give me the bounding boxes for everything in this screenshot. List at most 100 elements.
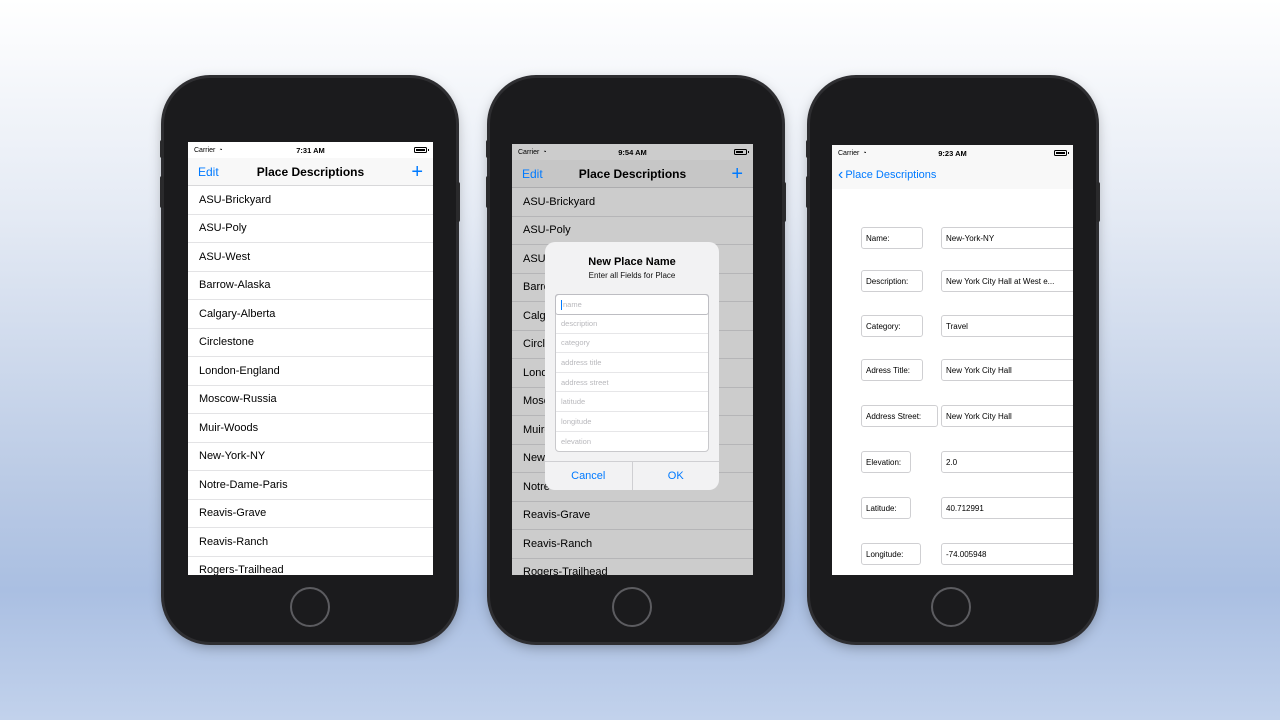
battery-icon <box>1054 150 1069 156</box>
list-item[interactable]: ASU-Poly <box>188 215 433 243</box>
list-item[interactable]: Barrow-Alaska <box>188 272 433 300</box>
field-label: Name: <box>861 227 923 249</box>
add-place-button[interactable]: + <box>411 162 423 182</box>
dialog-fields: name description category address title … <box>555 294 709 453</box>
add-place-button[interactable]: + <box>731 164 743 184</box>
list-item-label: Rogers-Trailhead <box>199 564 284 575</box>
field-label: Longitude: <box>861 543 921 565</box>
field-label: Elevation: <box>861 451 911 473</box>
description-field[interactable]: New York City Hall at West e... <box>941 270 1073 292</box>
address-street-input[interactable]: address street <box>556 373 708 393</box>
dialog-title: New Place Name <box>588 256 676 268</box>
list-item[interactable]: Rogers-Trailhead <box>188 557 433 575</box>
description-placeholder: description <box>561 318 598 328</box>
category-row: Category: Travel <box>832 315 1073 339</box>
cancel-button[interactable]: Cancel <box>545 462 633 490</box>
list-item[interactable]: Notre-Dame-Paris <box>188 471 433 500</box>
screen: Carrier ◔ 7:31 AM Edit Place Description… <box>188 142 433 575</box>
address-title-input[interactable]: address title <box>556 353 708 373</box>
mute-switch <box>486 140 490 158</box>
description-input[interactable]: description <box>556 314 708 334</box>
field-label: Category: <box>861 315 923 337</box>
longitude-field[interactable]: -74.005948 <box>941 543 1073 565</box>
elevation-placeholder: elevation <box>561 436 592 446</box>
phone-detail: Carrier ◔ 9:23 AM ‹ Place Descriptions N… <box>806 78 1100 642</box>
latitude-field[interactable]: 40.712991 <box>941 497 1073 519</box>
list-item-label: London-England <box>199 364 280 377</box>
longitude-input[interactable]: longitude <box>556 412 708 432</box>
list-item[interactable]: Calgary-Alberta <box>188 300 433 329</box>
power-button <box>1096 182 1100 222</box>
screen: Carrier ◔ 9:54 AM Edit Place Description… <box>512 144 753 575</box>
list-item[interactable]: New-York-NY <box>188 443 433 471</box>
status-bar: Carrier ◔ 9:23 AM <box>832 145 1073 161</box>
list-item-label: ASU-Brickyard <box>199 193 272 206</box>
field-label: Adress Title: <box>861 359 923 381</box>
list-item-label: Notre-Dame-Paris <box>199 478 288 491</box>
list-item[interactable]: Reavis-Ranch <box>188 528 433 557</box>
category-field[interactable]: Travel <box>941 315 1073 337</box>
latitude-row: Latitude: 40.712991 <box>832 497 1073 521</box>
list-item-label: Calgary-Alberta <box>199 307 276 320</box>
category-input[interactable]: category <box>556 334 708 354</box>
list-item-label: Circlestone <box>199 336 255 349</box>
name-row: Name: New-York-NY <box>832 227 1073 251</box>
text-caret <box>561 299 562 310</box>
address-street-row: Address Street: New York City Hall <box>832 405 1073 429</box>
elevation-row: Elevation: 2.0 <box>832 451 1073 475</box>
list-item-label: Reavis-Ranch <box>199 535 269 548</box>
list-item-label: Moscow-Russia <box>199 393 277 406</box>
list-item[interactable]: Muir-Woods <box>188 414 433 443</box>
list-item-label: New-York-NY <box>199 450 266 463</box>
list-item[interactable]: ASU-West <box>188 243 433 272</box>
volume-up-button <box>806 176 810 208</box>
screen: Carrier ◔ 9:23 AM ‹ Place Descriptions N… <box>832 145 1073 575</box>
elevation-input[interactable]: elevation <box>556 432 708 452</box>
address-title-row: Adress Title: New York City Hall <box>832 359 1073 383</box>
status-time: 9:23 AM <box>938 148 967 158</box>
description-row: Description: New York City Hall at West … <box>832 270 1073 294</box>
back-button[interactable]: ‹ Place Descriptions <box>832 161 1073 189</box>
field-label: Description: <box>861 270 923 292</box>
phone-list: Carrier ◔ 7:31 AM Edit Place Description… <box>160 78 460 642</box>
status-bar: Carrier ◔ 7:31 AM <box>188 142 433 158</box>
list-item-label: Barrow-Alaska <box>199 279 271 292</box>
new-place-dialog: New Place Name Enter all Fields for Plac… <box>545 242 719 490</box>
navigation-bar: Edit Place Descriptions + <box>188 158 433 186</box>
name-field[interactable]: New-York-NY <box>941 227 1073 249</box>
name-input[interactable]: name <box>555 294 709 315</box>
name-placeholder: name <box>563 300 582 309</box>
address-title-placeholder: address title <box>561 357 602 367</box>
edit-button[interactable]: Edit <box>522 167 543 181</box>
home-button[interactable] <box>931 587 971 627</box>
longitude-placeholder: longitude <box>561 416 592 426</box>
phone-add-dialog: Carrier ◔ 9:54 AM Edit Place Description… <box>486 78 786 642</box>
nav-title: Place Descriptions <box>256 164 365 179</box>
mute-switch <box>806 140 810 158</box>
address-street-field[interactable]: New York City Hall <box>941 405 1073 427</box>
category-placeholder: category <box>561 338 590 348</box>
volume-up-button <box>160 176 164 208</box>
volume-up-button <box>486 176 490 208</box>
list-item[interactable]: Moscow-Russia <box>188 386 433 414</box>
list-item[interactable]: Reavis-Grave <box>188 500 433 528</box>
home-button[interactable] <box>612 587 652 627</box>
list-item[interactable]: Circlestone <box>188 329 433 357</box>
list-item-label: Muir-Woods <box>199 421 259 434</box>
latitude-placeholder: latitude <box>561 397 586 407</box>
home-button[interactable] <box>290 587 330 627</box>
edit-button[interactable]: Edit <box>198 165 219 179</box>
elevation-field[interactable]: 2.0 <box>941 451 1073 473</box>
ok-button[interactable]: OK <box>633 462 720 490</box>
mute-switch <box>160 140 164 158</box>
battery-icon <box>414 147 429 153</box>
power-button <box>456 182 460 222</box>
longitude-row: Longitude: -74.005948 <box>832 543 1073 567</box>
address-title-field[interactable]: New York City Hall <box>941 359 1073 381</box>
list-item[interactable]: London-England <box>188 357 433 386</box>
latitude-input[interactable]: latitude <box>556 392 708 412</box>
list-item-label: ASU-West <box>199 250 251 263</box>
power-button <box>782 182 786 222</box>
chevron-left-icon: ‹ <box>838 166 844 183</box>
list-item[interactable]: ASU-Brickyard <box>188 186 433 215</box>
